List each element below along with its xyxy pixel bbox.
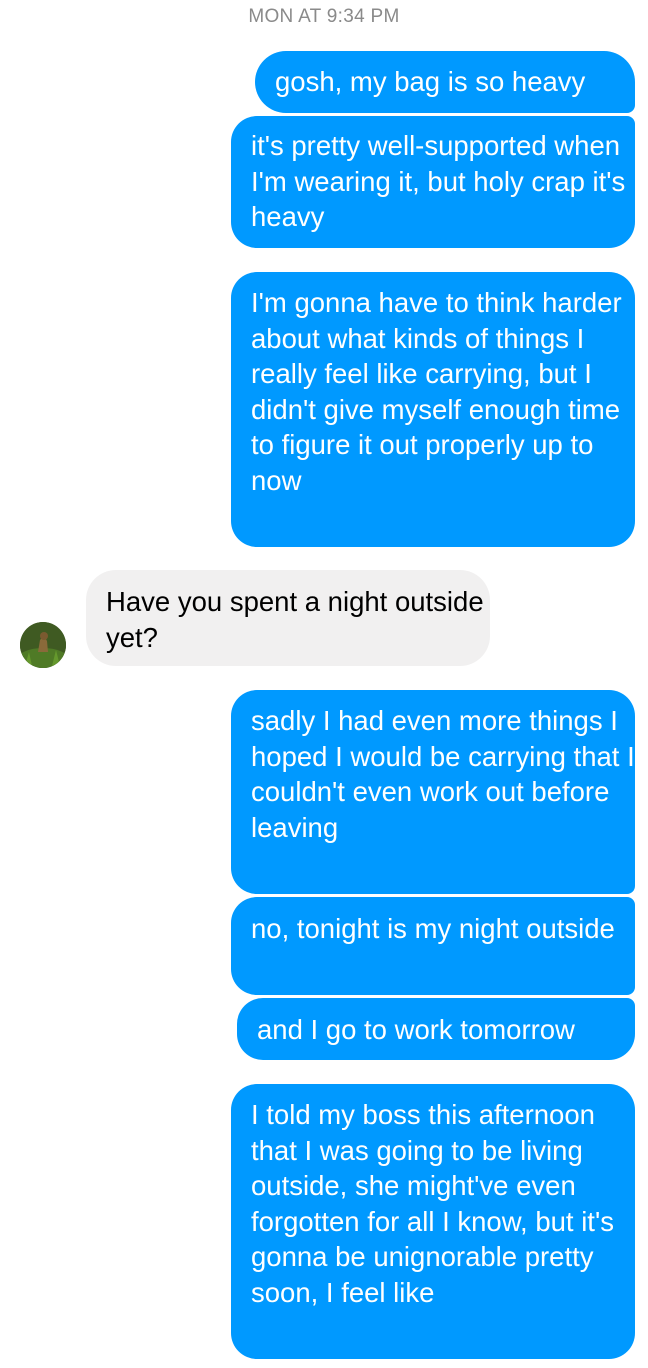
message-text: no, tonight is my night outside [251, 913, 615, 944]
message-text: I'm gonna have to think harder about wha… [251, 287, 622, 496]
message-text: and I go to work tomorrow [257, 1014, 575, 1045]
message-text: it's pretty well-supported when I'm wear… [251, 130, 626, 232]
conversation-timestamp: MON AT 9:34 PM [248, 6, 400, 27]
message-bubble-outgoing[interactable]: gosh, my bag is so heavy [255, 51, 635, 113]
message-bubble-outgoing[interactable]: no, tonight is my night outside [231, 897, 635, 995]
message-text: gosh, my bag is so heavy [275, 66, 586, 97]
contact-avatar[interactable] [20, 622, 66, 668]
message-bubble-outgoing[interactable]: I'm gonna have to think harder about wha… [231, 272, 635, 547]
message-bubble-outgoing[interactable]: and I go to work tomorrow [237, 998, 635, 1060]
message-bubble-incoming[interactable]: Have you spent a night outside yet? [86, 570, 490, 666]
message-bubble-outgoing[interactable]: sadly I had even more things I hoped I w… [231, 690, 635, 894]
avatar-photo-icon [20, 622, 66, 668]
message-text: I told my boss this afternoon that I was… [251, 1099, 614, 1308]
message-bubble-outgoing[interactable]: I told my boss this afternoon that I was… [231, 1084, 635, 1359]
message-bubble-outgoing[interactable]: it's pretty well-supported when I'm wear… [231, 116, 635, 248]
message-text: Have you spent a night outside yet? [106, 586, 484, 653]
message-text: sadly I had even more things I hoped I w… [251, 705, 635, 843]
